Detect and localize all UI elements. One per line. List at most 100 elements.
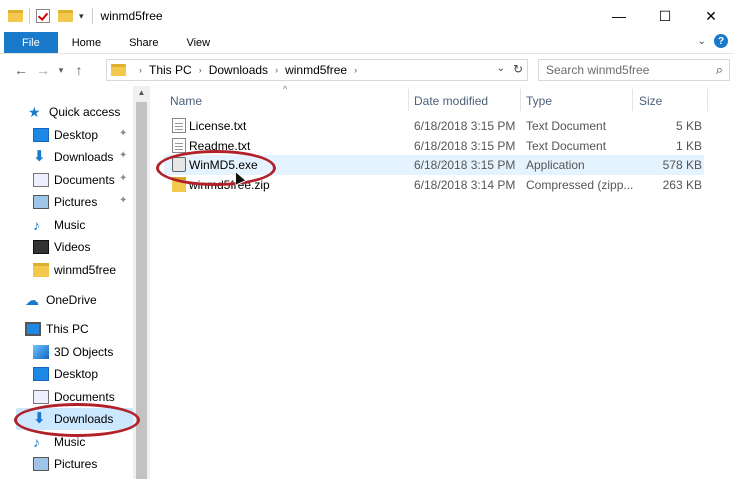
nav-label: Documents xyxy=(54,390,115,404)
search-placeholder: Search winmd5free xyxy=(546,63,650,77)
nav-onedrive[interactable]: ☁ OneDrive xyxy=(25,289,97,311)
pictures-icon xyxy=(33,457,49,471)
breadcrumb-separator-icon[interactable]: › xyxy=(199,65,202,75)
pin-icon: ✦ xyxy=(119,128,128,139)
star-icon: ★ xyxy=(28,104,41,120)
window-controls: — ☐ ✕ xyxy=(596,0,734,32)
breadcrumb-this-pc[interactable]: This PC xyxy=(149,63,192,77)
breadcrumb-separator-icon[interactable]: › xyxy=(275,65,278,75)
pin-icon: ✦ xyxy=(119,173,128,184)
file-name: License.txt xyxy=(189,119,247,133)
text-file-icon xyxy=(172,118,186,133)
music-note-icon: ♪ xyxy=(33,434,40,450)
nav-item-pictures[interactable]: Pictures ✦ xyxy=(33,191,127,213)
cloud-icon: ☁ xyxy=(25,292,39,308)
annotation-ellipse-winmd5 xyxy=(156,150,276,186)
nav-item-winmd5free[interactable]: winmd5free xyxy=(33,259,116,281)
column-header-name[interactable]: Name xyxy=(170,89,202,113)
column-divider[interactable] xyxy=(408,89,409,111)
up-arrow-icon[interactable]: ↑ xyxy=(68,62,90,78)
refresh-icon[interactable]: ↻ xyxy=(513,62,523,76)
nav-item-documents[interactable]: Documents ✦ xyxy=(33,169,127,191)
nav-quick-access[interactable]: ★ Quick access xyxy=(28,101,120,123)
nav-this-pc[interactable]: This PC xyxy=(25,318,89,340)
tab-file[interactable]: File xyxy=(4,32,58,53)
download-arrow-icon: ⬇ xyxy=(33,148,46,165)
new-folder-icon[interactable] xyxy=(58,10,73,22)
maximize-button[interactable]: ☐ xyxy=(642,0,688,32)
nav-label: Desktop xyxy=(54,128,99,142)
quick-access-toolbar: ▾ winmd5free xyxy=(0,0,163,32)
nav-label: Pictures xyxy=(54,457,98,471)
address-bar[interactable]: › This PC › Downloads › winmd5free › ⌄ ↻ xyxy=(106,59,528,81)
close-button[interactable]: ✕ xyxy=(688,0,734,32)
nav-item-pc-pictures[interactable]: Pictures xyxy=(33,453,97,475)
column-divider[interactable] xyxy=(707,89,708,111)
column-header-date[interactable]: Date modified xyxy=(414,89,488,113)
properties-icon[interactable] xyxy=(36,9,50,23)
document-icon xyxy=(33,390,49,404)
ribbon-tabs: File Home Share View ⌄ ? xyxy=(0,32,734,54)
search-input[interactable]: Search winmd5free ⌕ xyxy=(538,59,730,81)
column-header-type[interactable]: Type xyxy=(526,89,552,113)
nav-item-downloads[interactable]: ⬇ Downloads ✦ xyxy=(33,146,127,168)
file-date: 6/18/2018 3:14 PM xyxy=(414,178,516,192)
address-folder-icon xyxy=(111,64,126,76)
tab-share[interactable]: Share xyxy=(115,32,172,53)
tab-home[interactable]: Home xyxy=(58,32,115,53)
breadcrumb-winmd5free[interactable]: winmd5free xyxy=(285,63,347,77)
forward-arrow-icon[interactable]: → xyxy=(32,62,54,78)
file-type: Application xyxy=(526,158,585,172)
breadcrumb-separator-icon[interactable]: › xyxy=(354,65,357,75)
text-file-icon xyxy=(172,138,186,153)
minimize-button[interactable]: — xyxy=(596,0,642,32)
folder-icon xyxy=(33,263,49,277)
nav-item-videos[interactable]: Videos xyxy=(33,236,90,258)
nav-item-3d-objects[interactable]: 3D Objects xyxy=(33,341,113,363)
recent-locations-chevron-icon[interactable]: ▾ xyxy=(54,65,68,76)
folder-icon[interactable] xyxy=(8,10,23,22)
address-dropdown-chevron-icon[interactable]: ⌄ xyxy=(497,63,505,74)
nav-label: Desktop xyxy=(54,367,99,381)
column-header-size[interactable]: Size xyxy=(639,89,662,113)
nav-item-pc-desktop[interactable]: Desktop xyxy=(33,363,98,385)
file-size: 5 KB xyxy=(675,119,702,133)
computer-icon xyxy=(25,322,41,336)
file-list: ^ Name Date modified Type Size License.t… xyxy=(150,84,734,479)
pin-icon: ✦ xyxy=(119,150,128,161)
column-divider[interactable] xyxy=(632,89,633,111)
toolbar-divider xyxy=(29,8,30,24)
column-divider[interactable] xyxy=(520,89,521,111)
nav-label: OneDrive xyxy=(46,293,97,307)
file-date: 6/18/2018 3:15 PM xyxy=(414,139,516,153)
breadcrumb-separator-icon[interactable]: › xyxy=(139,65,142,75)
back-arrow-icon[interactable]: ← xyxy=(10,62,32,78)
navigation-bar: ← → ▾ ↑ › This PC › Downloads › winmd5fr… xyxy=(0,54,734,86)
title-bar: ▾ winmd5free — ☐ ✕ xyxy=(0,0,734,32)
nav-label: Quick access xyxy=(49,105,121,119)
table-row[interactable]: License.txt 6/18/2018 3:15 PM Text Docum… xyxy=(164,116,704,136)
music-note-icon: ♪ xyxy=(33,217,40,233)
file-type: Text Document xyxy=(526,119,607,133)
desktop-icon xyxy=(33,367,49,381)
search-icon[interactable]: ⌕ xyxy=(716,62,723,78)
file-size: 1 KB xyxy=(675,139,702,153)
3d-objects-icon xyxy=(33,345,49,359)
tab-view[interactable]: View xyxy=(172,32,224,53)
customize-toolbar-chevron-icon[interactable]: ▾ xyxy=(79,11,84,22)
help-icon[interactable]: ? xyxy=(714,34,728,48)
file-date: 6/18/2018 3:15 PM xyxy=(414,158,516,172)
nav-label: 3D Objects xyxy=(54,345,114,359)
scroll-up-arrow-icon[interactable]: ▲ xyxy=(133,88,150,97)
desktop-icon xyxy=(33,128,49,142)
nav-item-music[interactable]: ♪ Music xyxy=(33,214,85,236)
document-icon xyxy=(33,173,49,187)
file-size: 578 KB xyxy=(662,158,702,172)
nav-label: Music xyxy=(54,435,86,449)
nav-label: This PC xyxy=(46,322,89,336)
nav-label: Videos xyxy=(54,240,91,254)
nav-item-desktop[interactable]: Desktop ✦ xyxy=(33,124,127,146)
breadcrumb-downloads[interactable]: Downloads xyxy=(209,63,268,77)
nav-label: Documents xyxy=(54,173,115,187)
expand-ribbon-chevron-icon[interactable]: ⌄ xyxy=(698,36,706,47)
